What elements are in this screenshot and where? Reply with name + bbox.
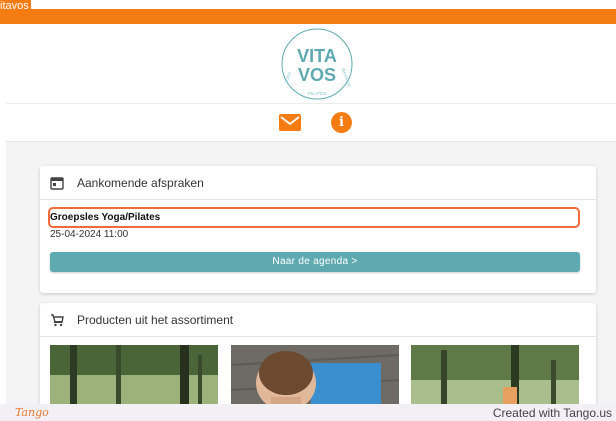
appointment-datetime: 25-04-2024 11:00	[50, 229, 129, 240]
cart-icon	[51, 314, 64, 327]
tango-footer: Tango Created with Tango.us	[0, 404, 616, 421]
calendar-icon	[50, 177, 64, 190]
vitavos-logo[interactable]: VITA VOS YOGA PILATES MASSAGE	[272, 26, 362, 104]
appointment-title[interactable]: Groepsles Yoga/Pilates	[50, 212, 160, 223]
mail-icon[interactable]	[279, 114, 301, 131]
tango-credit[interactable]: Created with Tango.us	[493, 407, 612, 420]
main-content: Aankomende afspraken Groepsles Yoga/Pila…	[6, 142, 616, 421]
app-title: itavos	[0, 0, 31, 12]
brand-header: VITA VOS YOGA PILATES MASSAGE	[6, 24, 616, 104]
info-icon[interactable]: i	[331, 112, 352, 133]
logo-arc-right: MASSAGE	[341, 67, 353, 88]
appointments-card: Aankomende afspraken Groepsles Yoga/Pila…	[40, 166, 596, 293]
logo-arc-left: YOGA	[283, 71, 292, 84]
agenda-button[interactable]: Naar de agenda >	[50, 252, 580, 272]
app-topbar: itavos	[0, 0, 616, 24]
topbar-accent-strip	[0, 9, 616, 24]
logo-line2: VOS	[298, 65, 336, 85]
appointments-title: Aankomende afspraken	[77, 176, 204, 190]
products-card-header: Producten uit het assortiment	[40, 303, 596, 337]
tango-logo[interactable]: Tango	[15, 406, 49, 419]
logo-line1: VITA	[297, 46, 337, 66]
icon-bar: i	[6, 104, 616, 142]
appointments-card-header: Aankomende afspraken	[40, 166, 596, 200]
logo-arc-bottom: PILATES	[308, 91, 326, 96]
products-title: Producten uit het assortiment	[77, 313, 234, 327]
